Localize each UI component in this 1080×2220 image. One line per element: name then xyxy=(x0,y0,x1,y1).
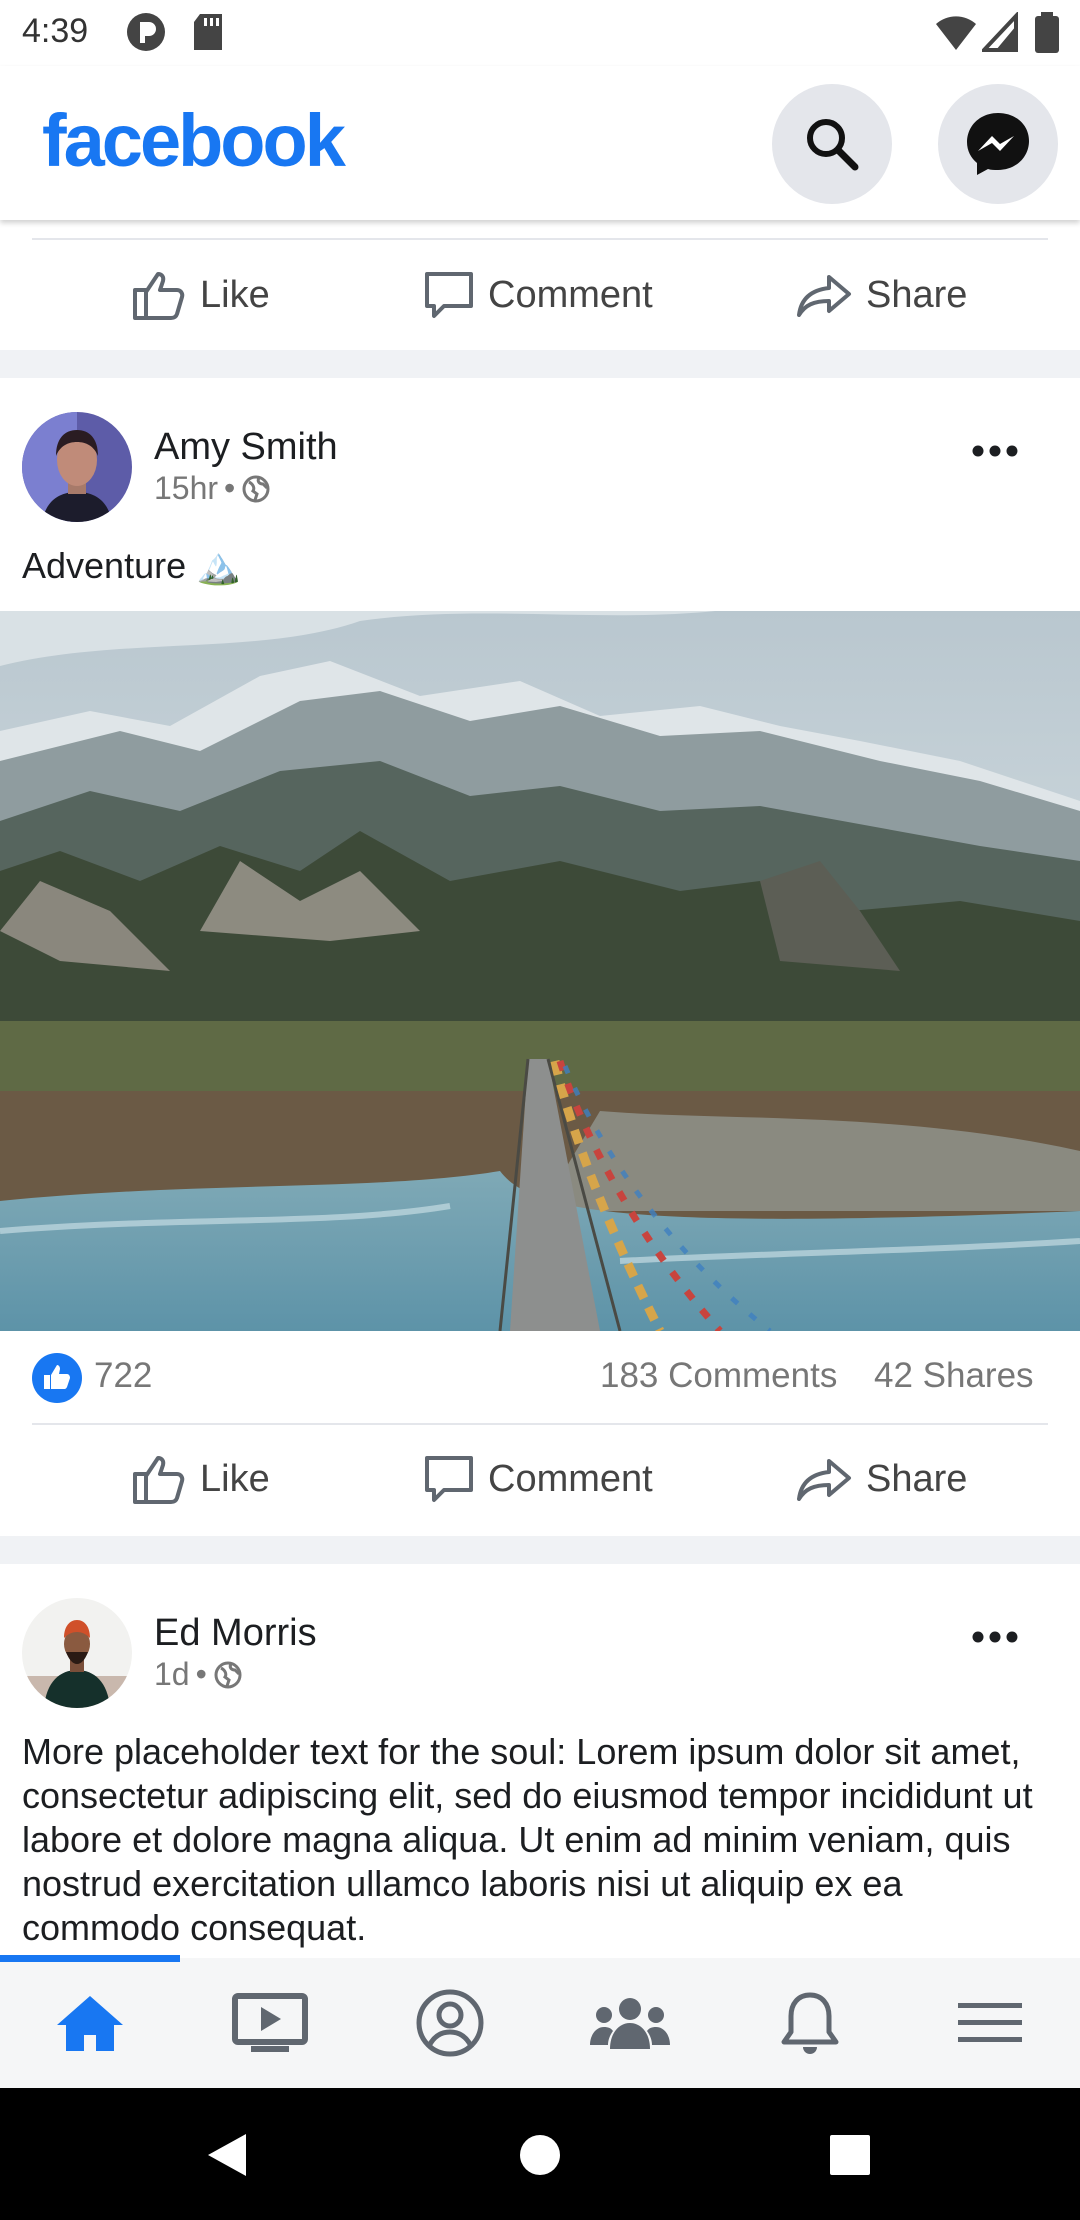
post-author[interactable]: Amy Smith xyxy=(154,426,338,469)
comment-count[interactable]: 183 Comments xyxy=(600,1356,837,1396)
bottom-navigation xyxy=(0,1958,1080,2088)
post-card: Ed Morris 1d • More placeholder text for… xyxy=(0,1564,1080,1958)
share-button[interactable]: Share xyxy=(796,1424,967,1534)
app-notification-icon xyxy=(127,13,165,51)
thumbs-up-icon xyxy=(133,272,185,320)
signal-icon xyxy=(982,12,1018,52)
comment-button[interactable]: Comment xyxy=(424,1424,653,1534)
facebook-logo[interactable]: facebook xyxy=(42,98,346,183)
comment-label: Comment xyxy=(488,1457,653,1500)
post-actions: Like Comment Share xyxy=(0,1424,1080,1534)
battery-icon xyxy=(1035,12,1059,53)
share-icon xyxy=(797,1459,851,1501)
notifications-icon xyxy=(781,1992,839,2054)
like-button[interactable]: Like xyxy=(132,240,270,350)
comment-button[interactable]: Comment xyxy=(424,240,653,350)
comment-icon xyxy=(425,1456,473,1502)
status-time: 4:39 xyxy=(22,12,89,50)
comment-label: Comment xyxy=(488,273,653,316)
previous-post-card: Like Comment Share xyxy=(0,220,1080,350)
messenger-button[interactable] xyxy=(938,84,1058,204)
active-tab-indicator xyxy=(0,1955,180,1962)
status-bar: 4:39 xyxy=(0,0,1080,66)
post-meta: 15hr • xyxy=(154,470,271,507)
nav-profile[interactable] xyxy=(360,1958,540,2088)
home-icon xyxy=(57,1996,123,2051)
post-meta: 1d • xyxy=(154,1656,243,1693)
meta-separator: • xyxy=(195,1656,207,1692)
watch-icon xyxy=(232,1993,308,2052)
ed-avatar-image xyxy=(22,1598,132,1708)
search-button[interactable] xyxy=(772,84,892,204)
globe-icon xyxy=(214,1661,242,1688)
share-button[interactable]: Share xyxy=(796,240,967,350)
post-text: Adventure 🏔️ xyxy=(22,545,241,586)
like-label: Like xyxy=(200,273,270,316)
like-reaction-icon[interactable] xyxy=(32,1353,82,1403)
more-options-icon[interactable] xyxy=(972,444,1018,458)
search-icon xyxy=(807,119,859,171)
globe-icon xyxy=(242,475,270,502)
post-text: More placeholder text for the soul: Lore… xyxy=(22,1731,1033,1948)
like-label: Like xyxy=(200,1457,270,1500)
share-label: Share xyxy=(866,273,968,316)
system-navigation-bar xyxy=(0,2088,1080,2220)
like-button[interactable]: Like xyxy=(132,1424,270,1534)
share-count[interactable]: 42 Shares xyxy=(874,1356,1034,1396)
menu-icon xyxy=(958,2003,1022,2042)
nav-watch[interactable] xyxy=(180,1958,360,2088)
post-time[interactable]: 15hr xyxy=(154,470,218,507)
nav-menu[interactable] xyxy=(900,1958,1080,2088)
post-time[interactable]: 1d xyxy=(154,1656,190,1693)
like-count[interactable]: 722 xyxy=(94,1356,152,1396)
groups-icon xyxy=(590,1998,670,2049)
avatar[interactable] xyxy=(22,1598,132,1708)
meta-separator: • xyxy=(224,470,236,506)
amy-avatar-image xyxy=(22,412,132,522)
post-actions: Like Comment Share xyxy=(0,240,1080,350)
nav-notifications[interactable] xyxy=(720,1958,900,2088)
app-header: facebook xyxy=(0,66,1080,220)
post-photo[interactable] xyxy=(0,611,1080,1331)
share-label: Share xyxy=(866,1457,968,1500)
recents-icon[interactable] xyxy=(829,2134,871,2176)
post-card: Amy Smith 15hr • Adventure 🏔️ 722 183 Co… xyxy=(0,378,1080,1536)
mountain-bridge-photo xyxy=(0,611,1080,1331)
nav-home[interactable] xyxy=(0,1958,180,2088)
thumbs-up-icon xyxy=(133,1456,185,1504)
wifi-icon xyxy=(936,16,976,50)
back-icon[interactable] xyxy=(204,2132,250,2178)
comment-icon xyxy=(425,272,473,318)
avatar[interactable] xyxy=(22,412,132,522)
post-author[interactable]: Ed Morris xyxy=(154,1612,317,1655)
share-icon xyxy=(797,275,851,317)
sd-card-icon xyxy=(194,14,222,50)
more-options-icon[interactable] xyxy=(972,1630,1018,1644)
home-system-icon[interactable] xyxy=(519,2134,561,2176)
messenger-icon xyxy=(967,113,1029,175)
profile-icon xyxy=(416,1989,484,2057)
nav-groups[interactable] xyxy=(540,1958,720,2088)
